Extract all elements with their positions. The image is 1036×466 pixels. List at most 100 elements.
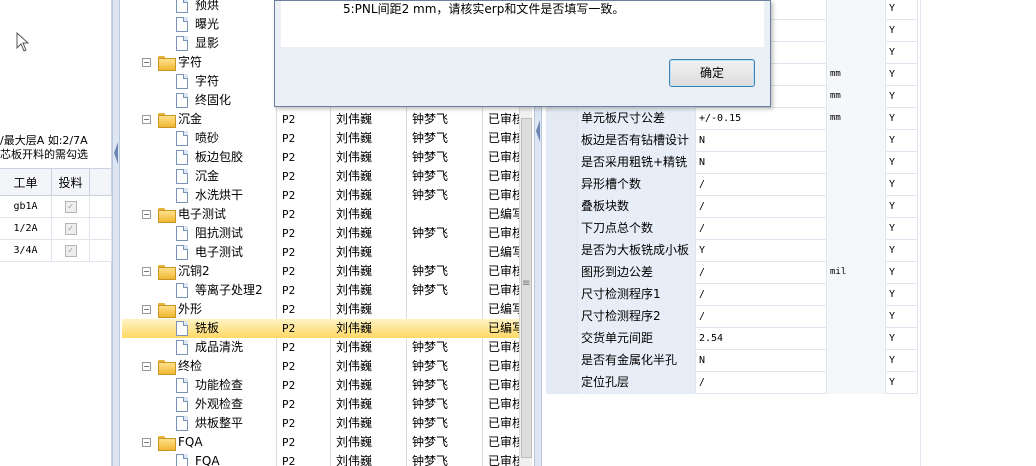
tree-item-row[interactable]: 阻抗测试 P2 刘伟巍 钟梦飞 已审核 xyxy=(122,224,532,243)
parameter-row[interactable]: 异形槽个数 / Y xyxy=(546,174,918,196)
collapse-toggle-icon[interactable]: − xyxy=(142,115,151,124)
tree-group-row[interactable]: − FQA P2 刘伟巍 钟梦飞 已审核 xyxy=(122,433,532,452)
tree-item-row[interactable]: 水洗烘干 P2 刘伟巍 钟梦飞 已审核 xyxy=(122,186,532,205)
feed-checkbox[interactable]: ✓ xyxy=(64,222,77,235)
parameter-row[interactable]: 尺寸检测程序1/ Y xyxy=(546,284,918,306)
parameter-row[interactable]: 是否为大板铣成小板 Y Y xyxy=(546,240,918,262)
parameter-flag-cell[interactable]: Y xyxy=(886,196,918,218)
row-header[interactable] xyxy=(546,196,578,218)
tree-item-row[interactable]: 等离子处理2 P2 刘伟巍 钟梦飞 已审核 xyxy=(122,281,532,300)
column-header-feed[interactable]: 投料 xyxy=(52,169,90,195)
tree-item-row[interactable]: 沉金 P2 刘伟巍 钟梦飞 已审核 xyxy=(122,167,532,186)
tree-group-row[interactable]: − 沉铜2 P2 刘伟巍 钟梦飞 已审核 xyxy=(122,262,532,281)
parameter-flag-cell[interactable]: Y xyxy=(886,262,918,284)
parameter-value-cell[interactable]: N xyxy=(696,350,827,372)
tree-item-row[interactable]: 烘板整平 P2 刘伟巍 钟梦飞 已审核 xyxy=(122,414,532,433)
feed-checkbox[interactable]: ✓ xyxy=(64,200,77,213)
collapse-right-icon[interactable] xyxy=(536,120,540,142)
tree-item-row[interactable]: 铣板 P2 刘伟巍 已编写 xyxy=(122,319,532,338)
row-header[interactable] xyxy=(546,306,578,328)
parameter-flag-cell[interactable]: Y xyxy=(886,284,918,306)
parameter-flag-cell[interactable]: Y xyxy=(886,130,918,152)
collapse-toggle-icon[interactable]: − xyxy=(142,305,151,314)
tree-item-row[interactable]: 喷砂 P2 刘伟巍 钟梦飞 已审核 xyxy=(122,129,532,148)
parameter-flag-cell[interactable]: Y xyxy=(886,174,918,196)
parameter-flag-cell[interactable]: Y xyxy=(886,350,918,372)
parameter-row[interactable]: 叠板块数 / Y xyxy=(546,196,918,218)
parameter-value-cell[interactable]: / xyxy=(696,218,827,240)
left-splitter[interactable] xyxy=(112,0,120,466)
feed-cell[interactable]: ✓ xyxy=(52,196,90,217)
parameter-flag-cell[interactable]: Y xyxy=(886,218,918,240)
parameter-value-cell[interactable]: N xyxy=(696,130,827,152)
version-cell: P2 xyxy=(282,284,296,297)
tree-item-row[interactable]: FQA P2 刘伟巍 钟梦飞 已审核 xyxy=(122,452,532,466)
parameter-row[interactable]: 是否有金属化半孔 N Y xyxy=(546,350,918,372)
feed-checkbox[interactable]: ✓ xyxy=(64,244,77,257)
row-header[interactable] xyxy=(546,328,578,350)
parameter-value-cell[interactable]: / xyxy=(696,306,827,328)
parameter-flag-cell[interactable]: Y xyxy=(886,240,918,262)
tree-item-row[interactable]: 成品清洗 P2 刘伟巍 钟梦飞 已审核 xyxy=(122,338,532,357)
collapse-toggle-icon[interactable]: − xyxy=(142,210,151,219)
parameter-row[interactable]: 下刀点总个数 / Y xyxy=(546,218,918,240)
tree-item-row[interactable]: 功能检查 P2 刘伟巍 钟梦飞 已审核 xyxy=(122,376,532,395)
parameter-flag-cell[interactable]: Y xyxy=(886,86,918,108)
collapse-toggle-icon[interactable]: − xyxy=(142,58,151,67)
parameter-value-cell[interactable]: Y xyxy=(696,240,827,262)
parameter-value-cell[interactable]: N xyxy=(696,152,827,174)
parameter-flag-cell[interactable]: Y xyxy=(886,328,918,350)
row-header[interactable] xyxy=(546,284,578,306)
row-header[interactable] xyxy=(546,218,578,240)
parameter-row[interactable]: 图形到边公差 / mil Y xyxy=(546,262,918,284)
parameter-flag-cell[interactable]: Y xyxy=(886,64,918,86)
work-order-row[interactable]: 1/2A ✓ xyxy=(0,218,112,240)
row-header[interactable] xyxy=(546,108,578,130)
tree-item-row[interactable]: 外观检查 P2 刘伟巍 钟梦飞 已审核 xyxy=(122,395,532,414)
feed-cell[interactable]: ✓ xyxy=(52,218,90,239)
ok-button[interactable]: 确定 xyxy=(669,59,755,87)
row-header[interactable] xyxy=(546,350,578,372)
parameter-value-cell[interactable]: / xyxy=(696,196,827,218)
parameter-value-cell[interactable]: / xyxy=(696,174,827,196)
collapse-left-icon[interactable] xyxy=(114,142,118,164)
parameter-flag-cell[interactable]: Y xyxy=(886,0,918,20)
tree-group-row[interactable]: − 电子测试 P2 刘伟巍 已编写 xyxy=(122,205,532,224)
parameter-flag-cell[interactable]: Y xyxy=(886,152,918,174)
row-header[interactable] xyxy=(546,262,578,284)
row-header[interactable] xyxy=(546,152,578,174)
reviewer-cell: 钟梦飞 xyxy=(412,416,449,430)
row-header[interactable] xyxy=(546,174,578,196)
parameter-flag-cell[interactable]: Y xyxy=(886,42,918,64)
collapse-toggle-icon[interactable]: − xyxy=(142,362,151,371)
column-header-order[interactable]: 工单 xyxy=(0,169,52,195)
parameter-value-cell[interactable]: 2.54 xyxy=(696,328,827,350)
parameter-value-cell[interactable]: / xyxy=(696,372,827,394)
tree-group-row[interactable]: − 外形 P2 刘伟巍 已编写 xyxy=(122,300,532,319)
parameter-value-cell[interactable]: +/-0.15 xyxy=(696,108,827,130)
parameter-flag-cell[interactable]: Y xyxy=(886,20,918,42)
collapse-toggle-icon[interactable]: − xyxy=(142,267,151,276)
work-order-row[interactable]: gb1A ✓ xyxy=(0,196,112,218)
tree-group-row[interactable]: − 沉金 P2 刘伟巍 钟梦飞 已审核 xyxy=(122,110,532,129)
parameter-flag-cell[interactable]: Y xyxy=(886,306,918,328)
parameter-row[interactable]: 单元板尺寸公差 +/-0.15 mm Y xyxy=(546,108,918,130)
work-order-row[interactable]: 3/4A ✓ xyxy=(0,240,112,262)
parameter-flag-cell[interactable]: Y xyxy=(886,372,918,394)
parameter-value-cell[interactable]: / xyxy=(696,284,827,306)
collapse-toggle-icon[interactable]: − xyxy=(142,438,151,447)
parameter-row[interactable]: 定位孔层 / Y xyxy=(546,372,918,394)
tree-group-row[interactable]: − 终检 P2 刘伟巍 钟梦飞 已审核 xyxy=(122,357,532,376)
parameter-row[interactable]: 板边是否有钻槽设计 N Y xyxy=(546,130,918,152)
parameter-value-cell[interactable]: / xyxy=(696,262,827,284)
tree-item-row[interactable]: 电子测试 P2 刘伟巍 已编写 xyxy=(122,243,532,262)
row-header[interactable] xyxy=(546,130,578,152)
row-header[interactable] xyxy=(546,240,578,262)
feed-cell[interactable]: ✓ xyxy=(52,240,90,261)
tree-item-row[interactable]: 板边包胶 P2 刘伟巍 钟梦飞 已审核 xyxy=(122,148,532,167)
parameter-row[interactable]: 交货单元间距 2.54 Y xyxy=(546,328,918,350)
parameter-row[interactable]: 尺寸检测程序2/ Y xyxy=(546,306,918,328)
parameter-flag-cell[interactable]: Y xyxy=(886,108,918,130)
row-header[interactable] xyxy=(546,372,578,394)
parameter-row[interactable]: 是否采用粗铣+精铣 N Y xyxy=(546,152,918,174)
